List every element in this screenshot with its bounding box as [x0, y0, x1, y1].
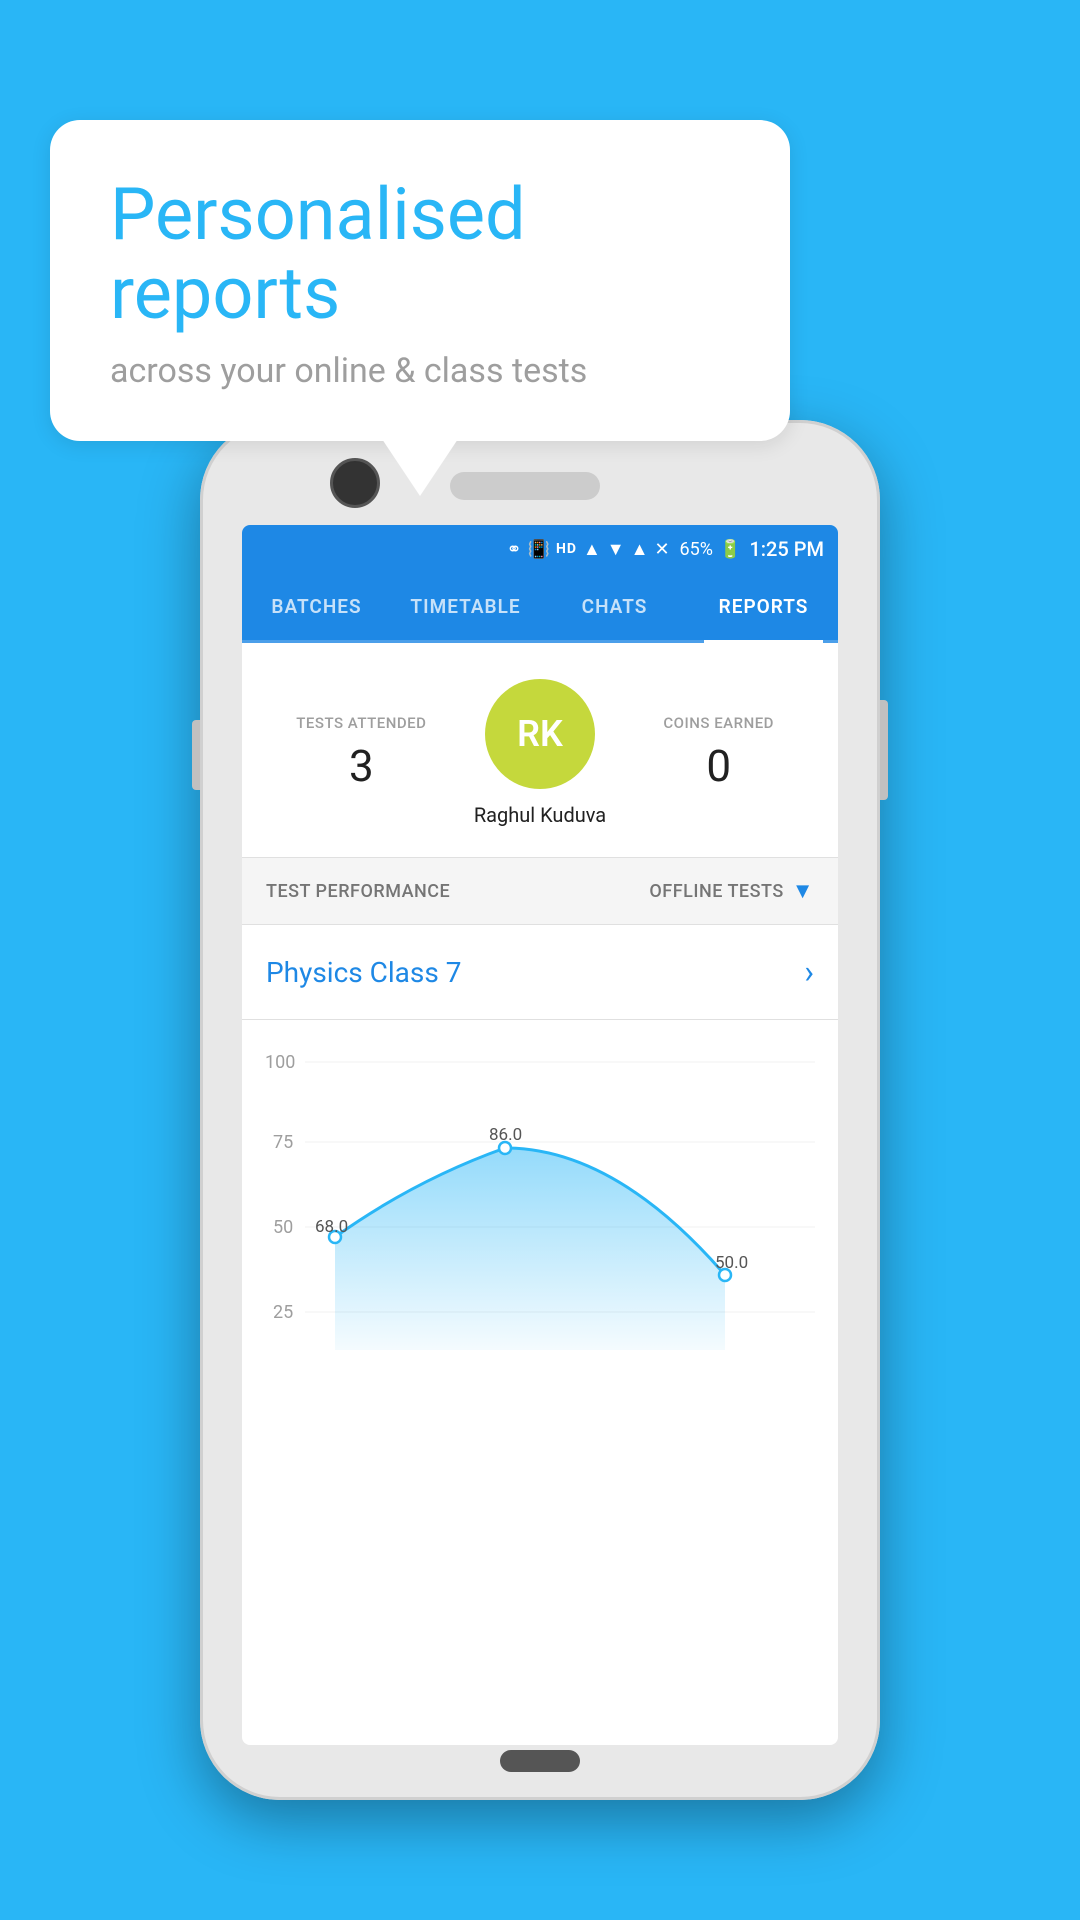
mute-icon: ✕	[654, 539, 669, 560]
phone-side-btn-left	[192, 720, 200, 790]
phone-side-btn-right	[880, 700, 888, 800]
tests-attended-label: TESTS ATTENDED	[272, 714, 451, 732]
tab-chats[interactable]: CHATS	[540, 573, 689, 640]
status-bar: ⚭ 📳 HD ▲ ▼ ▲ ✕ 65% 🔋 1:25 PM	[242, 525, 838, 573]
avatar-block: RK Raghul Kuduva	[451, 679, 630, 827]
y-label-50: 50	[273, 1217, 293, 1238]
chevron-down-icon: ▼	[792, 878, 814, 904]
phone-screen: ⚭ 📳 HD ▲ ▼ ▲ ✕ 65% 🔋 1:25 PM BATCHES	[242, 525, 838, 1745]
data-label-2: 86.0	[489, 1125, 522, 1145]
tab-reports[interactable]: REPORTS	[689, 573, 838, 640]
data-label-3: 50.0	[715, 1253, 748, 1273]
filter-label: OFFLINE TESTS	[649, 881, 783, 902]
avatar: RK	[485, 679, 595, 789]
status-time: 1:25 PM	[749, 537, 824, 561]
signal-icon: ▲	[583, 539, 601, 560]
tests-attended-block: TESTS ATTENDED 3	[272, 714, 451, 792]
phone: ⚭ 📳 HD ▲ ▼ ▲ ✕ 65% 🔋 1:25 PM BATCHES	[200, 420, 880, 1800]
vibrate-icon: 📳	[528, 539, 550, 560]
bubble-title: Personalised reports	[110, 175, 730, 333]
phone-camera	[330, 458, 380, 508]
tab-timetable[interactable]: TIMETABLE	[391, 573, 540, 640]
phone-speaker	[450, 472, 600, 500]
wifi-icon: ▼	[607, 539, 625, 560]
nav-tabs: BATCHES TIMETABLE CHATS REPORTS	[242, 573, 838, 643]
tests-attended-value: 3	[272, 740, 451, 792]
data-icon: ▲	[631, 539, 649, 560]
y-label-75: 75	[273, 1132, 293, 1153]
bluetooth-icon: ⚭	[506, 539, 521, 560]
profile-section: TESTS ATTENDED 3 RK Raghul Kuduva COINS …	[242, 643, 838, 858]
battery-icon: 🔋	[719, 539, 741, 560]
filter-dropdown[interactable]: OFFLINE TESTS ▼	[649, 878, 814, 904]
phone-home-button	[500, 1750, 580, 1772]
coins-earned-label: COINS EARNED	[629, 714, 808, 732]
speech-bubble: Personalised reports across your online …	[50, 120, 790, 441]
avatar-initials: RK	[517, 713, 563, 755]
hd-indicator: HD	[556, 541, 577, 557]
chart-area: 100 75 50 25	[242, 1020, 838, 1400]
class-row[interactable]: Physics Class 7 ›	[242, 925, 838, 1020]
chart-fill-area	[335, 1148, 725, 1350]
test-performance-label: TEST PERFORMANCE	[266, 881, 450, 902]
tab-batches[interactable]: BATCHES	[242, 573, 391, 640]
y-label-25: 25	[273, 1302, 293, 1323]
status-icons: ⚭ 📳 HD ▲ ▼ ▲ ✕ 65% 🔋	[506, 539, 741, 560]
bubble-subtitle: across your online & class tests	[110, 351, 730, 391]
coins-earned-block: COINS EARNED 0	[629, 714, 808, 792]
performance-chart: 100 75 50 25	[252, 1040, 828, 1380]
chevron-right-icon: ›	[804, 953, 814, 991]
phone-body: ⚭ 📳 HD ▲ ▼ ▲ ✕ 65% 🔋 1:25 PM BATCHES	[200, 420, 880, 1800]
battery-percent: 65%	[680, 539, 713, 560]
y-label-100: 100	[265, 1052, 295, 1073]
class-name: Physics Class 7	[266, 956, 462, 989]
coins-earned-value: 0	[629, 740, 808, 792]
data-label-1: 68.0	[315, 1217, 348, 1237]
section-bar: TEST PERFORMANCE OFFLINE TESTS ▼	[242, 858, 838, 925]
user-name: Raghul Kuduva	[474, 803, 606, 827]
